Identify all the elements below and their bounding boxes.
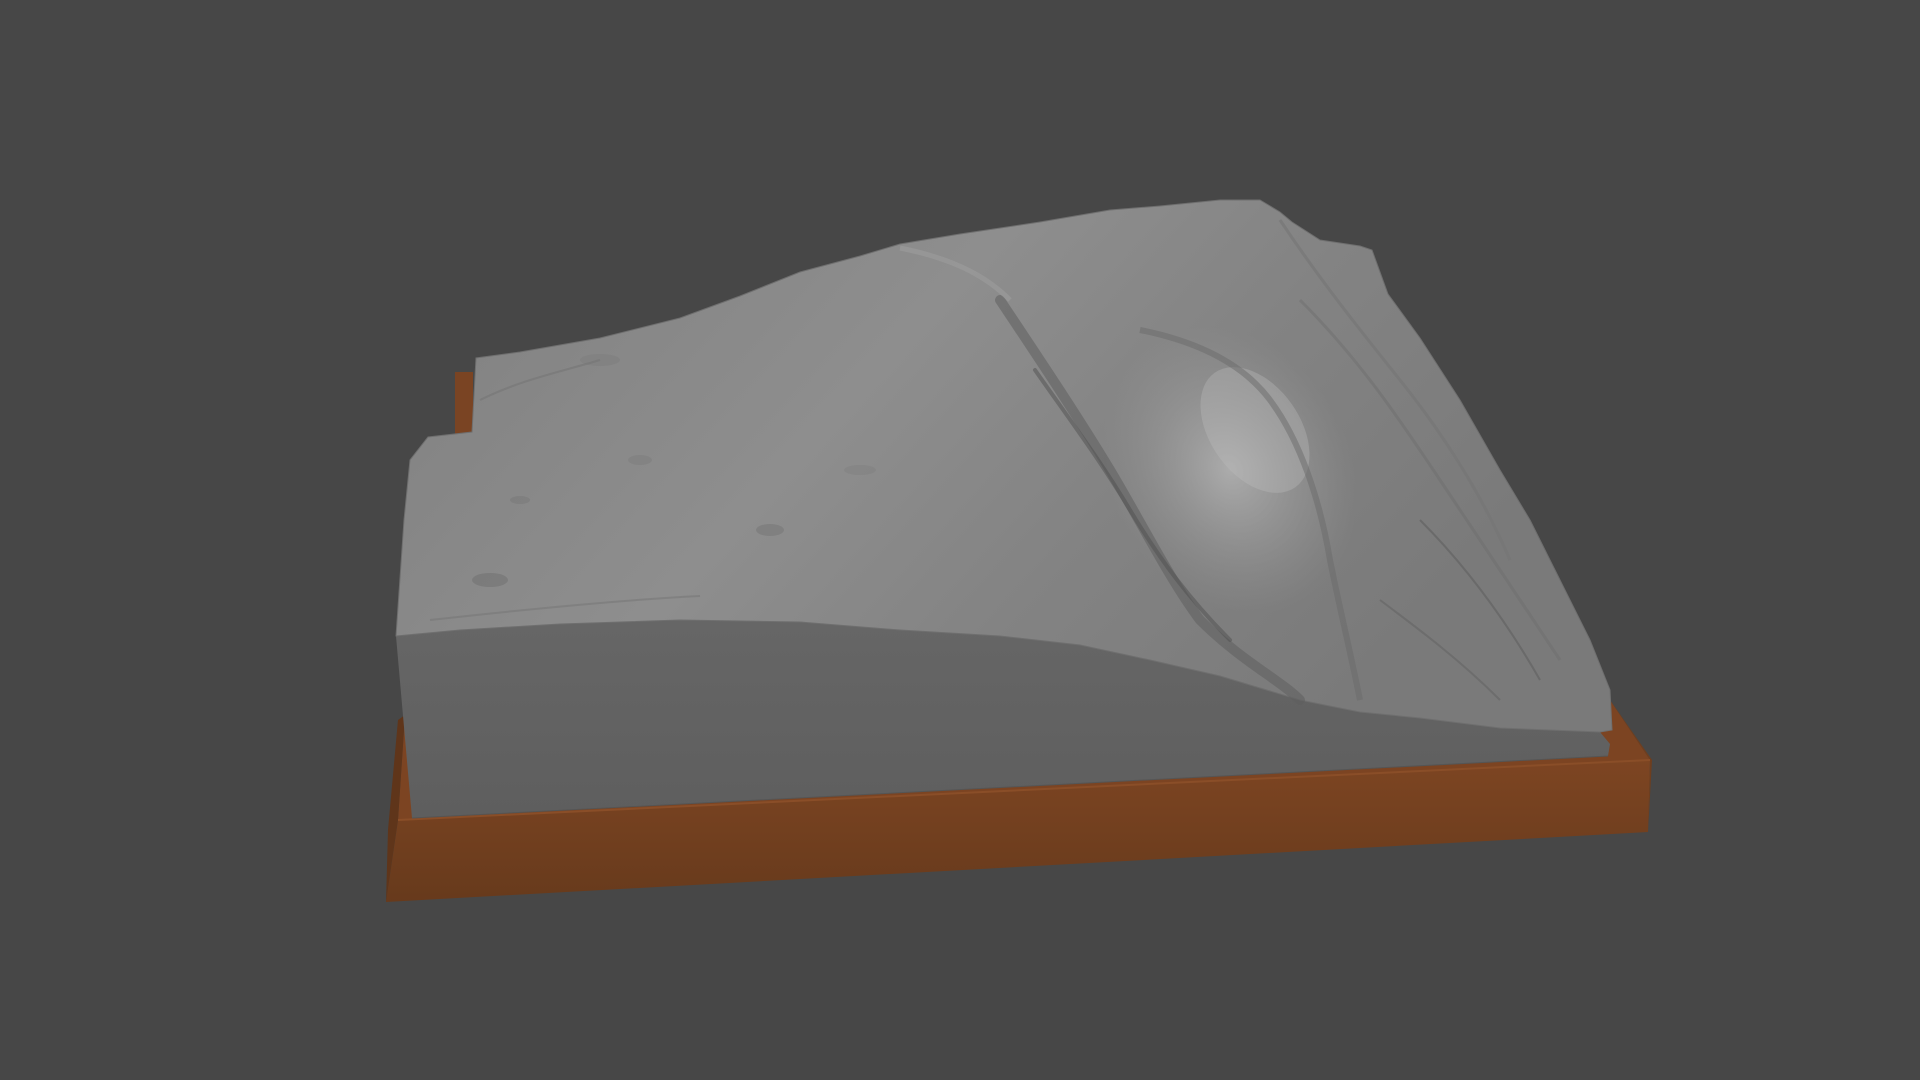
terrain-model-render[interactable] [0,0,1920,1080]
3d-viewport[interactable] [0,0,1920,1080]
